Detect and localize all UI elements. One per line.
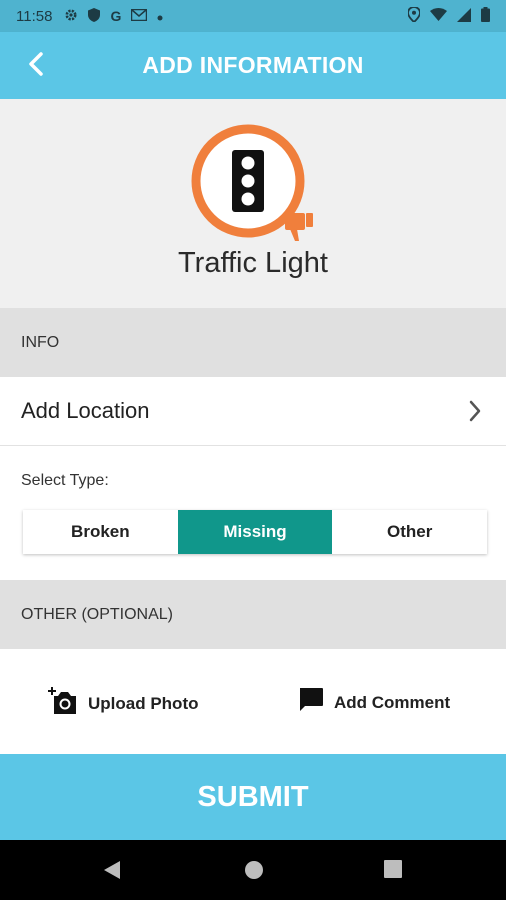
select-type-label: Select Type: — [21, 472, 109, 489]
status-left-icons: G — [64, 7, 163, 25]
type-segmented-control: Broken Missing Other — [23, 510, 487, 554]
upload-photo-label: Upload Photo — [88, 693, 199, 713]
wifi-icon — [430, 8, 447, 24]
nav-home-icon[interactable] — [244, 860, 264, 885]
app-bar: ADD INFORMATION — [0, 32, 506, 99]
comment-icon — [298, 687, 324, 718]
add-comment-button[interactable]: Add Comment — [298, 687, 450, 718]
google-g-icon: G — [110, 8, 122, 24]
chevron-left-icon — [28, 51, 44, 81]
mail-icon — [131, 8, 148, 24]
info-section-header: INFO — [0, 308, 506, 377]
hero-section: Traffic Light — [0, 99, 506, 308]
location-icon — [407, 6, 421, 25]
other-section-header: OTHER (OPTIONAL) — [0, 580, 506, 649]
traffic-light-thumbs-down-icon — [186, 123, 326, 253]
back-button[interactable] — [18, 48, 54, 84]
signal-icon — [457, 7, 471, 25]
hero-title: Traffic Light — [178, 247, 328, 279]
add-comment-label: Add Comment — [334, 692, 451, 712]
status-right-icons — [407, 6, 490, 25]
page-title: ADD INFORMATION — [142, 52, 364, 78]
status-time: 11:58 — [16, 7, 53, 25]
optional-actions-row: Upload Photo Add Comment — [0, 649, 506, 754]
type-option-other[interactable]: Other — [332, 510, 487, 554]
gear-icon — [64, 8, 78, 25]
dot-icon — [157, 8, 163, 24]
chevron-right-icon — [468, 400, 482, 428]
battery-icon — [481, 7, 490, 25]
add-camera-icon — [48, 687, 78, 720]
add-location-label: Add Location — [21, 398, 150, 423]
status-bar: 11:58 G — [0, 0, 506, 32]
nav-back-icon[interactable] — [103, 860, 121, 885]
system-navigation-bar — [0, 840, 506, 900]
nav-recents-icon[interactable] — [384, 860, 402, 883]
type-option-broken[interactable]: Broken — [23, 510, 178, 554]
type-option-missing[interactable]: Missing — [177, 510, 333, 554]
upload-photo-button[interactable]: Upload Photo — [48, 687, 198, 720]
submit-button[interactable]: SUBMIT — [0, 754, 506, 840]
add-location-row[interactable]: Add Location — [0, 377, 506, 446]
shield-icon — [88, 7, 101, 25]
